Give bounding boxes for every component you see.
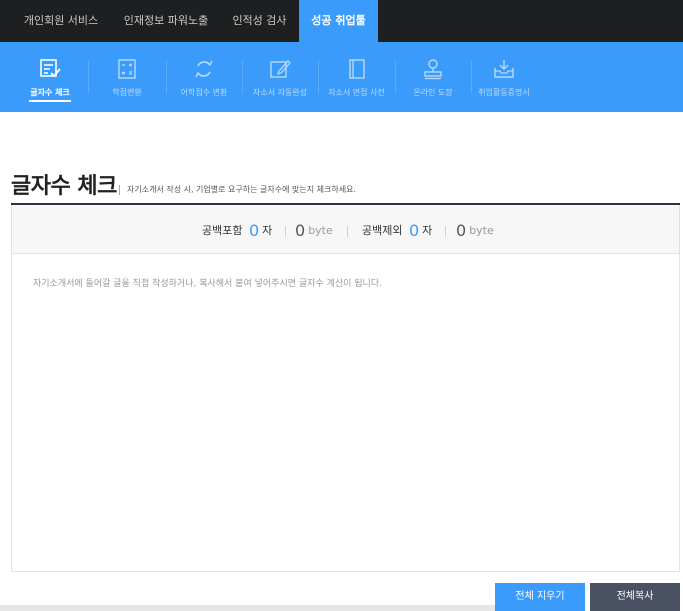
char-unit: 자 [262, 224, 273, 237]
bottom-divider [0, 605, 495, 611]
page-title: 글자수 체크 [11, 174, 117, 199]
without-space-char-count: 0 [408, 221, 420, 240]
subnav-item-label: 자소서 자동완성 [252, 88, 308, 97]
char-unit: 자 [422, 224, 433, 237]
tab-talent-power-exposure[interactable]: 인재정보 파워노출 [113, 0, 219, 42]
byte-unit: byte [469, 224, 494, 237]
without-space-byte-count: 0 [456, 221, 467, 240]
copy-all-button[interactable]: 전체복사 [590, 583, 680, 611]
subnav-item-label: 자소서 면접 사전 [328, 88, 385, 97]
clear-all-button[interactable]: 전체 지우기 [495, 583, 585, 611]
subnav-item-char-count[interactable]: 글자수 체크 [12, 42, 88, 112]
counter-divider [285, 226, 286, 237]
subnav-item-gpa-convert[interactable]: 학점변환 [88, 42, 166, 112]
with-space-bytes: 0 byte [295, 221, 333, 240]
subnav-item-label: 학점변환 [112, 88, 142, 97]
stamp-icon [424, 59, 442, 80]
edit-check-icon [40, 59, 61, 78]
counter-divider [347, 226, 348, 237]
subnav-item-job-activity-certificate[interactable]: 취업활동증명서 [471, 42, 537, 112]
byte-unit: byte [308, 224, 333, 237]
subnav-item-label: 어학점수 변환 [180, 88, 228, 97]
subnav-item-interview-dictionary[interactable]: 자소서 면접 사전 [318, 42, 395, 112]
active-indicator [29, 100, 71, 102]
counter-divider [445, 226, 446, 237]
subnav-item-label: 취업활동증명서 [478, 88, 530, 97]
tab-aptitude-test[interactable]: 인적성 검사 [222, 0, 297, 42]
tab-personal-member-service[interactable]: 개인회원 서비스 [11, 0, 111, 42]
editor-container [11, 254, 680, 572]
subnav-item-label: 글자수 체크 [30, 88, 70, 97]
tab-success-job-tools[interactable]: 성공 취업툴 [299, 0, 378, 42]
refresh-icon [195, 60, 213, 78]
book-icon [348, 59, 365, 79]
top-navigation: 개인회원 서비스 인재정보 파워노출 인적성 검사 성공 취업툴 [0, 0, 683, 42]
with-space-byte-count: 0 [295, 221, 306, 240]
char-counter-bar: 공백포함 0자 0 byte 공백제외 0자 0 byte [11, 205, 680, 254]
subnav-item-online-stamp[interactable]: 온라인 도장 [395, 42, 471, 112]
without-space-bytes: 0 byte [456, 221, 494, 240]
title-divider [119, 185, 120, 195]
page-description: 자기소개서 작성 시, 기업별로 요구하는 글자수에 맞는지 체크하세요. [127, 185, 356, 194]
subnav-item-cover-letter-autocomplete[interactable]: 자소서 자동완성 [242, 42, 318, 112]
subnav-item-label: 온라인 도장 [413, 88, 453, 97]
with-space-count: 공백포함 0자 [202, 221, 272, 240]
with-space-label: 공백포함 [202, 224, 243, 237]
calculator-icon [118, 59, 136, 79]
without-space-count: 공백제외 0자 [362, 221, 432, 240]
subnav-item-language-score-convert[interactable]: 어학점수 변환 [166, 42, 242, 112]
inbox-download-icon [494, 60, 514, 78]
pencil-square-icon [270, 60, 291, 78]
without-space-label: 공백제외 [362, 224, 403, 237]
with-space-char-count: 0 [248, 221, 260, 240]
sub-navigation: 글자수 체크 학점변환 어학점수 변환 자소서 자동완성 자소서 면접 사전 온… [0, 42, 683, 112]
cover-letter-textarea[interactable] [12, 254, 679, 571]
